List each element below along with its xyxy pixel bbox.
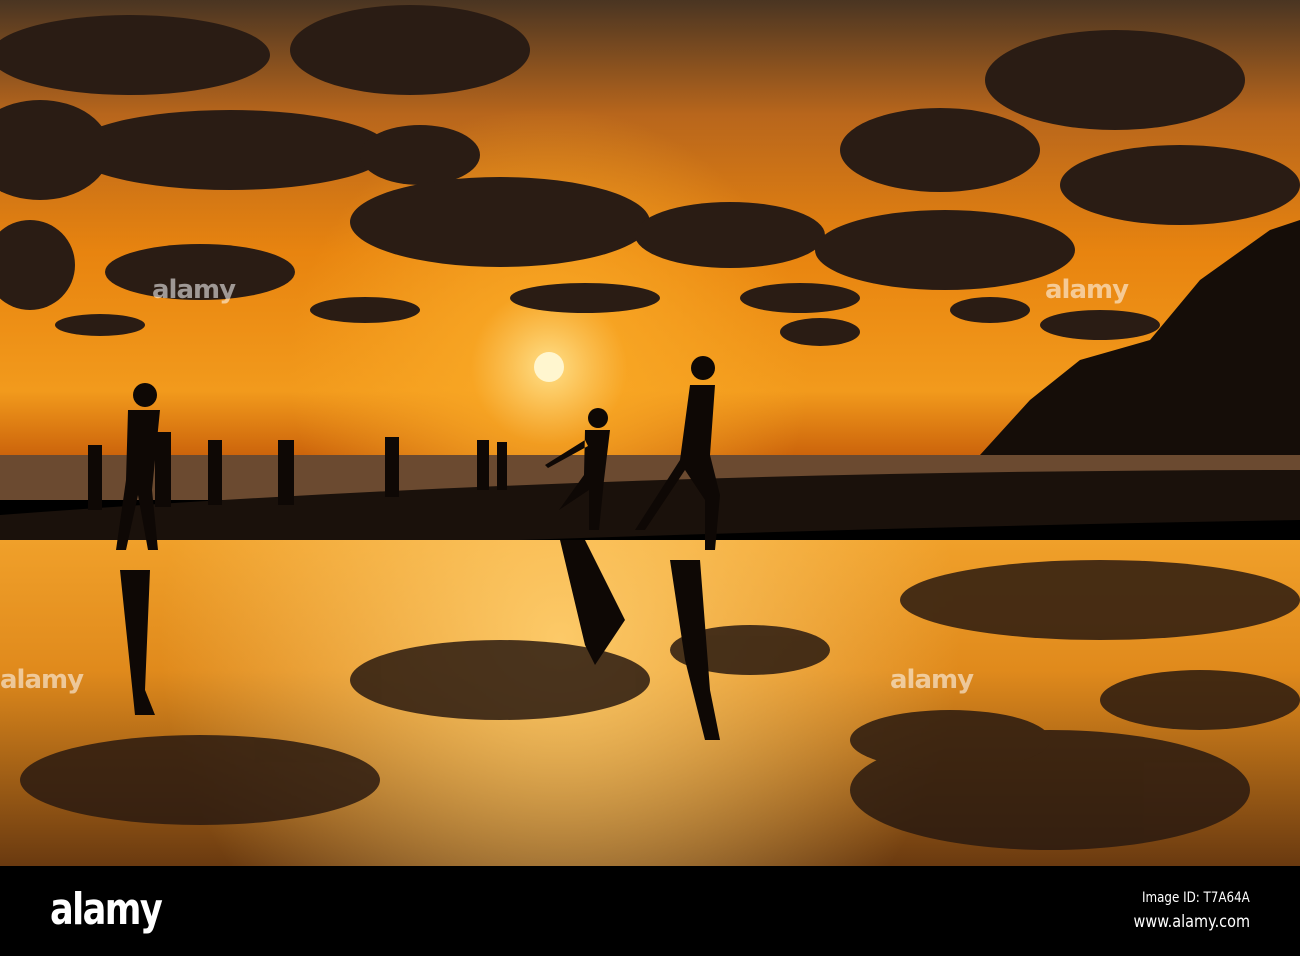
- site-url[interactable]: www.alamy.com: [1134, 912, 1250, 932]
- stock-photo-page: alamy alamy alamy alamy alamy Image ID: …: [0, 0, 1300, 956]
- watermark: alamy: [1045, 275, 1129, 305]
- sun: [534, 352, 564, 382]
- watermark: alamy: [0, 665, 84, 695]
- sunset-beach-photo: [0, 0, 1300, 866]
- image-id: Image ID: T7A64A: [1142, 890, 1250, 906]
- watermark: alamy: [890, 665, 974, 695]
- watermark: alamy: [152, 275, 236, 305]
- footer-bar: alamy Image ID: T7A64A www.alamy.com: [0, 866, 1300, 956]
- alamy-logo[interactable]: alamy: [50, 884, 163, 935]
